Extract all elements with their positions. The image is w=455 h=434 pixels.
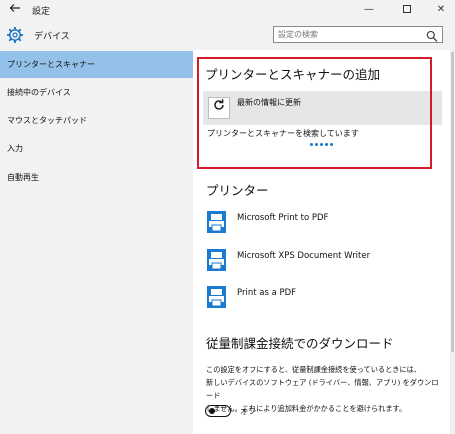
metered-toggle[interactable] bbox=[205, 405, 231, 417]
search-box[interactable] bbox=[273, 26, 443, 43]
scrollbar-thumb[interactable] bbox=[451, 52, 454, 352]
printer-name[interactable]: Microsoft XPS Document Writer bbox=[237, 251, 370, 261]
metered-title: 従量制課金接続でのダウンロード bbox=[206, 336, 394, 351]
maximize-icon bbox=[403, 5, 411, 13]
page-title: デバイス bbox=[34, 32, 70, 42]
printers-title: プリンター bbox=[206, 183, 269, 198]
sidebar-item-printers-scanners[interactable]: プリンターとスキャナー bbox=[0, 51, 193, 78]
printer-icon[interactable] bbox=[206, 248, 227, 272]
maximize-button[interactable] bbox=[394, 1, 420, 19]
printer-name[interactable]: Print as a PDF bbox=[237, 288, 296, 298]
toggle-state-label: オフ bbox=[240, 407, 256, 416]
sidebar-item-typing[interactable]: 入力 bbox=[0, 135, 193, 162]
search-input[interactable] bbox=[278, 27, 418, 42]
sidebar-item-mouse-touchpad[interactable]: マウスとタッチパッド bbox=[0, 107, 193, 134]
sidebar-item-connected-devices[interactable]: 接続中のデバイス bbox=[0, 79, 193, 106]
description-line: この設定をオフにすると、従量制課金接続を使っているときには、 bbox=[206, 365, 422, 374]
back-arrow-icon[interactable] bbox=[6, 2, 24, 18]
minimize-icon: — bbox=[364, 4, 374, 15]
search-icon[interactable] bbox=[426, 28, 438, 42]
printer-name[interactable]: Microsoft Print to PDF bbox=[237, 213, 328, 223]
printer-icon[interactable] bbox=[206, 210, 227, 234]
description-line: 新しいデバイスのソフトウェア (ドライバー、情報、アプリ) をダウンロード bbox=[206, 378, 439, 400]
printer-icon[interactable] bbox=[206, 285, 227, 309]
toggle-knob bbox=[209, 408, 215, 414]
gear-icon bbox=[6, 26, 24, 44]
sidebar-item-autoplay[interactable]: 自動再生 bbox=[0, 164, 193, 191]
highlight-frame bbox=[197, 57, 432, 169]
minimize-button[interactable]: — bbox=[356, 1, 382, 19]
close-button[interactable]: ✕ bbox=[428, 1, 454, 19]
title-bar: 設定 — ✕ bbox=[0, 0, 455, 20]
window-title: 設定 bbox=[32, 7, 51, 17]
close-icon: ✕ bbox=[436, 4, 446, 15]
